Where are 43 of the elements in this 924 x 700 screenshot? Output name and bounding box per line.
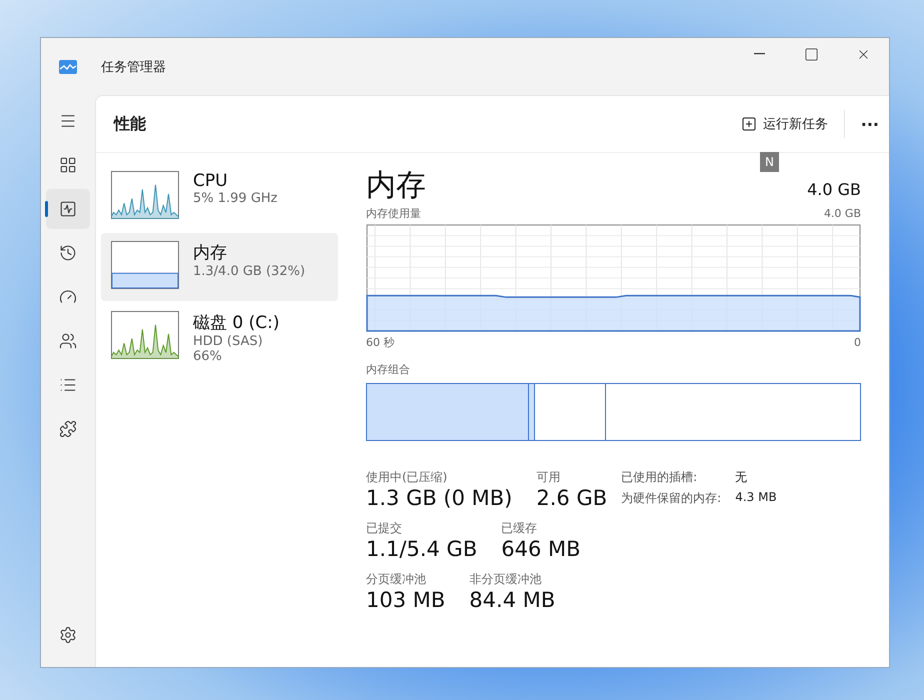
stat-label: 为硬件保留的内存: (621, 490, 722, 507)
thumbnail-graph (111, 241, 179, 289)
stat-value: 84.4 MB (469, 588, 556, 612)
stat-value: 2.6 GB (536, 486, 608, 510)
axis-label: 0 (854, 336, 861, 349)
app-logo-icon (59, 60, 77, 74)
stat-label: 分页缓冲池 (366, 571, 427, 588)
page-title: 性能 (114, 114, 147, 134)
axis-label: 60 秒 (366, 335, 394, 350)
minimize-icon (754, 53, 764, 55)
stat-value: 1.3 GB (0 MB) (366, 486, 512, 510)
stat-label: 已使用的插槽: (621, 469, 698, 486)
stat-value: 1.1/5.4 GB (366, 537, 478, 561)
stat-label: 使用中(已压缩) (366, 469, 448, 486)
menu-icon (59, 112, 77, 130)
stat-label: 已缓存 (501, 520, 538, 537)
activity-graph (111, 324, 179, 359)
stat-value: 103 MB (366, 588, 446, 612)
maximize-icon (804, 46, 818, 62)
run-new-task-button[interactable]: 运行新任务 (730, 109, 838, 139)
settings-icon (59, 626, 77, 644)
detail-title: 内存 (366, 167, 426, 205)
chart-max-label: 4.0 GB (824, 207, 861, 220)
performance-nav-button[interactable] (46, 189, 90, 229)
stat-value: 646 MB (501, 537, 581, 561)
history-icon (59, 244, 77, 262)
device-list-item[interactable]: 内存 1.3/4.0 GB (32%) (101, 233, 338, 301)
key-tip: N (760, 152, 779, 172)
window-title: 任务管理器 (101, 58, 167, 76)
plus-square-icon (740, 116, 757, 132)
stat-value: 无 (735, 469, 748, 486)
activity-graph (111, 184, 179, 219)
device-list-item[interactable]: 磁盘 0 (C:) HDD (SAS) 66% (101, 303, 338, 371)
chart-label: 内存使用量 (366, 206, 421, 221)
users-icon (59, 332, 77, 350)
stat-value: 4.3 MB (735, 490, 777, 506)
stat-label: 可用 (536, 469, 562, 486)
more-button[interactable]: ··· (850, 110, 889, 138)
stat-label: 已提交 (366, 520, 403, 537)
total-memory: 4.0 GB (807, 180, 861, 199)
stat-label: 非分页缓冲池 (469, 571, 542, 588)
section-label: 内存组合 (366, 362, 410, 377)
device-list-item[interactable]: CPU 5% 1.99 GHz (101, 163, 338, 231)
